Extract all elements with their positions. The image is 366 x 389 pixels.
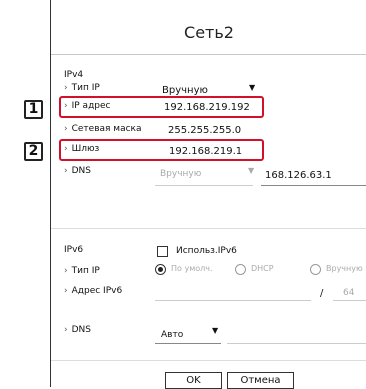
prefix-length-field[interactable]: 64: [343, 288, 354, 298]
ipv4-dns-mode-dropdown[interactable]: Вручную ▼: [155, 164, 255, 184]
ipv6-type-default-radio[interactable]: По умолч.: [155, 263, 235, 277]
ipv6-enable-label: Использ.IPv6: [176, 246, 237, 256]
ipv6-dns-dropdown[interactable]: Авто ▼: [157, 326, 223, 342]
dropdown-arrow-icon: ▼: [212, 326, 219, 335]
ipv4-dns-server-field[interactable]: 168.126.63.1: [265, 170, 365, 181]
radio-selected-icon: [155, 264, 166, 275]
ipv6-type-label: Тип IP: [64, 266, 100, 276]
ipv6-address-field[interactable]: [155, 284, 311, 300]
radio-icon: [235, 264, 246, 275]
ipv4-type-value: Вручную: [162, 85, 208, 96]
ipv4-dns-label: DNS: [64, 166, 91, 176]
ip-address-field[interactable]: 192.168.219.192: [164, 102, 260, 113]
ipv6-type-manual-radio[interactable]: Вручную: [310, 263, 366, 277]
subnet-mask-field[interactable]: 255.255.255.0: [168, 125, 241, 136]
gateway-label: Шлюз: [64, 144, 100, 154]
ipv6-type-dhcp-label: DHCP: [251, 264, 274, 273]
ipv4-section-label: IPv4: [64, 70, 84, 80]
ipv6-type-manual-label: Вручную: [326, 264, 363, 273]
ipv6-dns-field-underline: [227, 343, 366, 344]
buttons-divider: [51, 360, 366, 361]
network-dialog: Сеть2 IPv4 Тип IP Вручную ▼ IP адрес 192…: [50, 0, 366, 389]
dropdown-arrow-icon: ▼: [249, 83, 256, 92]
ipv6-address-label: Адрес IPv6: [64, 286, 123, 296]
radio-icon: [310, 264, 321, 275]
checkbox-icon: [157, 246, 168, 257]
ip-address-label: IP адрес: [64, 101, 111, 111]
ipv6-type-default-label: По умолч.: [171, 264, 213, 273]
ipv4-dns-mode-value: Вручную: [160, 169, 202, 179]
ipv4-type-label: Тип IP: [64, 83, 100, 93]
ipv6-enable-checkbox[interactable]: Использ.IPv6: [157, 245, 277, 259]
dialog-title: Сеть2: [184, 23, 234, 42]
ipv6-type-dhcp-radio[interactable]: DHCP: [235, 263, 295, 277]
ipv6-dns-value: Авто: [161, 330, 184, 340]
section-divider: [51, 228, 366, 229]
ipv6-dns-label: DNS: [64, 325, 91, 335]
ipv6-section-label: IPv6: [64, 245, 84, 255]
ok-button[interactable]: OK: [165, 372, 222, 389]
callout-1: 1: [24, 100, 43, 119]
gateway-field[interactable]: 192.168.219.1: [169, 146, 242, 157]
ipv4-dns-underline: [261, 185, 366, 186]
prefix-underline: [333, 300, 366, 301]
ipv4-dns-mode-underline: [155, 185, 253, 186]
subnet-mask-label: Сетевая маска: [64, 124, 142, 134]
prefix-separator: /: [320, 288, 324, 299]
ipv6-address-underline: [155, 300, 311, 301]
ipv4-type-dropdown[interactable]: Вручную ▼: [159, 83, 259, 97]
cancel-button[interactable]: Отмена: [227, 372, 294, 389]
ipv6-dns-dropdown-underline: [155, 343, 221, 344]
dropdown-arrow-icon: ▼: [248, 166, 255, 175]
title-divider: [51, 54, 366, 55]
callout-2: 2: [24, 142, 43, 161]
